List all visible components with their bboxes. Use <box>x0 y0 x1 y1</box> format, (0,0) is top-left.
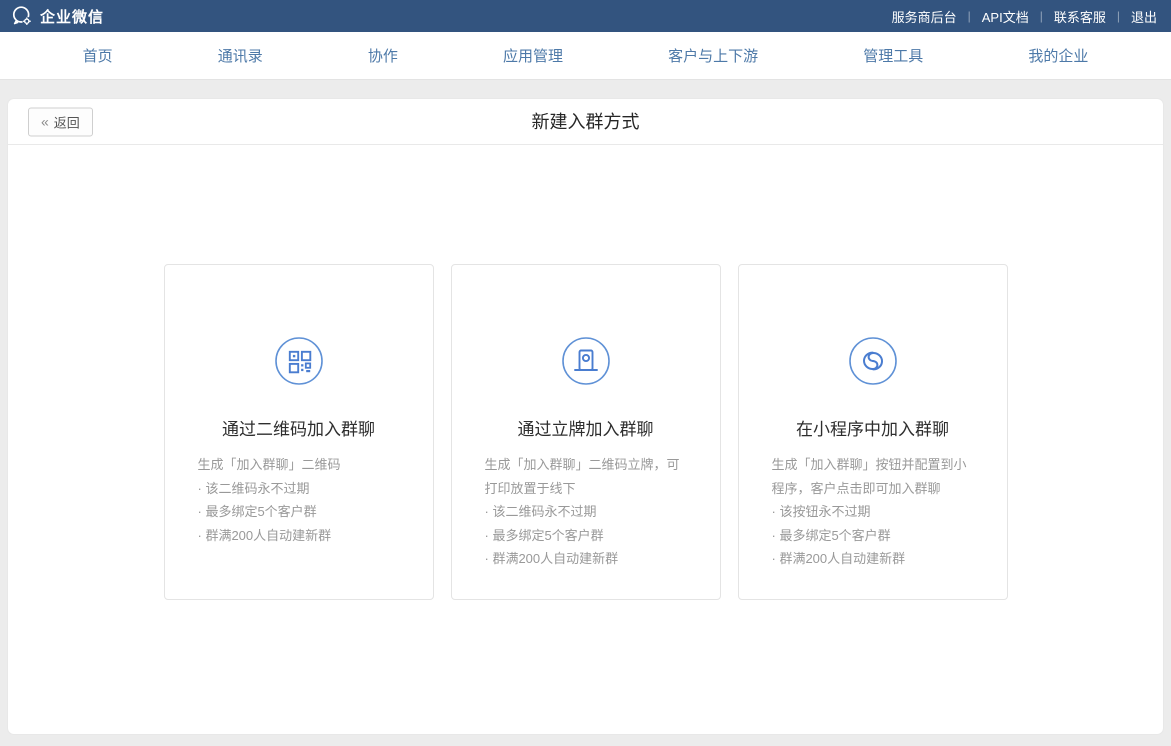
card-join-by-stand-sign[interactable]: 通过立牌加入群聊 生成「加入群聊」二维码立牌，可打印放置于线下 · 该二维码永不… <box>451 264 721 600</box>
page-header: « 返回 新建入群方式 <box>8 99 1163 145</box>
card-bullet: · 最多绑定5个客户群 <box>485 524 687 548</box>
nav-item-customers[interactable]: 客户与上下游 <box>668 45 758 66</box>
back-button-label: 返回 <box>54 112 80 131</box>
card-description: 生成「加入群聊」二维码 <box>198 453 400 477</box>
nav-item-contacts[interactable]: 通讯录 <box>218 45 263 66</box>
stand-sign-icon <box>452 337 720 390</box>
card-bullet-list: · 该按钮永不过期 · 最多绑定5个客户群 · 群满200人自动建新群 <box>772 500 974 571</box>
card-bullet: · 最多绑定5个客户群 <box>772 524 974 548</box>
card-title: 在小程序中加入群聊 <box>739 415 1007 440</box>
main-nav: 首页 通讯录 协作 应用管理 客户与上下游 管理工具 我的企业 <box>0 32 1171 80</box>
card-bullet: · 该二维码永不过期 <box>198 477 400 501</box>
contact-support-link[interactable]: 联系客服 <box>1052 7 1108 26</box>
link-separator: | <box>1040 9 1043 23</box>
card-bullet: · 群满200人自动建新群 <box>485 547 687 571</box>
link-separator: | <box>968 9 971 23</box>
card-bullet: · 最多绑定5个客户群 <box>198 500 400 524</box>
content-panel: « 返回 新建入群方式 通过二维码加入群聊 <box>8 99 1163 734</box>
join-method-cards: 通过二维码加入群聊 生成「加入群聊」二维码 · 该二维码永不过期 · 最多绑定5… <box>8 145 1163 600</box>
topbar-links: 服务商后台 | API文档 | 联系客服 | 退出 <box>890 7 1159 26</box>
nav-item-home[interactable]: 首页 <box>83 45 113 66</box>
card-bullet: · 群满200人自动建新群 <box>198 524 400 548</box>
card-description: 生成「加入群聊」二维码立牌，可打印放置于线下 <box>485 453 687 500</box>
link-separator: | <box>1117 9 1120 23</box>
brand-name: 企业微信 <box>40 6 104 27</box>
card-title: 通过立牌加入群聊 <box>452 415 720 440</box>
topbar: 企业微信 服务商后台 | API文档 | 联系客服 | 退出 <box>0 0 1171 32</box>
wework-bubble-logo-icon <box>10 4 34 28</box>
qrcode-icon <box>165 337 433 390</box>
card-join-by-qrcode[interactable]: 通过二维码加入群聊 生成「加入群聊」二维码 · 该二维码永不过期 · 最多绑定5… <box>164 264 434 600</box>
back-chevron-icon: « <box>41 114 49 130</box>
card-bullet-list: · 该二维码永不过期 · 最多绑定5个客户群 · 群满200人自动建新群 <box>485 500 687 571</box>
card-title: 通过二维码加入群聊 <box>165 415 433 440</box>
card-bullet: · 该二维码永不过期 <box>485 500 687 524</box>
page-title: 新建入群方式 <box>8 99 1163 145</box>
logout-link[interactable]: 退出 <box>1129 7 1159 26</box>
card-bullet-list: · 该二维码永不过期 · 最多绑定5个客户群 · 群满200人自动建新群 <box>198 477 400 548</box>
brand: 企业微信 <box>10 4 104 28</box>
card-join-in-mini-program[interactable]: 在小程序中加入群聊 生成「加入群聊」按钮并配置到小程序，客户点击即可加入群聊 ·… <box>738 264 1008 600</box>
nav-item-my-company[interactable]: 我的企业 <box>1028 45 1088 66</box>
card-bullet: · 群满200人自动建新群 <box>772 547 974 571</box>
card-description: 生成「加入群聊」按钮并配置到小程序，客户点击即可加入群聊 <box>772 453 974 500</box>
nav-item-admin-tools[interactable]: 管理工具 <box>863 45 923 66</box>
api-docs-link[interactable]: API文档 <box>980 7 1031 26</box>
back-button[interactable]: « 返回 <box>28 107 93 136</box>
card-bullet: · 该按钮永不过期 <box>772 500 974 524</box>
nav-item-collaboration[interactable]: 协作 <box>368 45 398 66</box>
provider-console-link[interactable]: 服务商后台 <box>890 7 959 26</box>
mini-program-icon <box>739 337 1007 390</box>
nav-item-app-management[interactable]: 应用管理 <box>503 45 563 66</box>
